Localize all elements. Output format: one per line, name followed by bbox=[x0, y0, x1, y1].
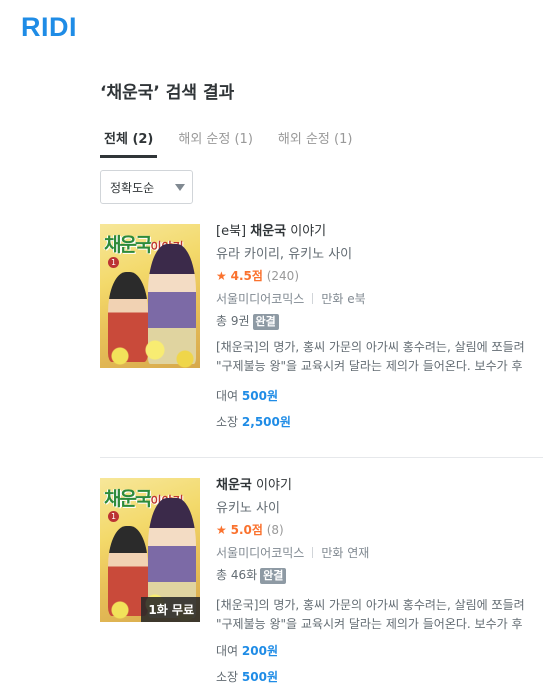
tab-all[interactable]: 전체 (2) bbox=[100, 126, 158, 158]
publisher[interactable]: 서울미디어코믹스 bbox=[216, 546, 304, 560]
cover-volume-number: 1 bbox=[108, 257, 119, 268]
book-cover[interactable]: 채운국이야기 1 bbox=[100, 224, 200, 368]
category: 만화 e북 bbox=[321, 292, 366, 306]
book-description-line-2: "구제불능 왕"을 교육시켜 달라는 제의가 들어온다. 보수가 후 bbox=[216, 359, 523, 373]
book-total-row: 총 9권 완결 bbox=[216, 314, 279, 330]
sort-select[interactable]: 정확도순 bbox=[100, 170, 193, 204]
rating-score: 4.5점 bbox=[230, 269, 263, 283]
book-description-line-1: [채운국]의 명가, 홍씨 가문의 아가씨 홍수려는, 살림에 쪼들려 bbox=[216, 598, 525, 612]
star-icon: ★ bbox=[216, 269, 227, 283]
rating-count: (240) bbox=[266, 269, 300, 283]
own-label: 소장 bbox=[216, 415, 239, 429]
rent-price: 200원 bbox=[241, 644, 279, 658]
book-description-line-1: [채운국]의 명가, 홍씨 가문의 아가씨 홍수려는, 살림에 쪼들려 bbox=[216, 340, 525, 354]
tab-overseas-sunjung-1[interactable]: 해외 순정 (1) bbox=[174, 126, 257, 158]
free-episode-badge: 1화 무료 bbox=[141, 597, 200, 622]
rent-label: 대여 bbox=[216, 389, 239, 403]
book-publisher-row: 서울미디어코믹스 만화 연재 bbox=[216, 546, 369, 561]
status-badge: 완결 bbox=[252, 314, 279, 330]
cover-volume-number: 1 bbox=[108, 511, 119, 522]
book-title[interactable]: [e북] 채운국 이야기 bbox=[216, 224, 326, 239]
separator bbox=[312, 547, 314, 558]
caret-down-icon bbox=[175, 184, 185, 191]
total-count: 총 9권 bbox=[216, 314, 250, 328]
own-price-row[interactable]: 소장 2,500원 bbox=[216, 415, 291, 430]
separator bbox=[312, 293, 314, 304]
rating-score: 5.0점 bbox=[230, 523, 263, 537]
star-icon: ★ bbox=[216, 523, 227, 537]
rent-price-row[interactable]: 대여 200원 bbox=[216, 644, 278, 659]
own-price-row[interactable]: 소장 500원 bbox=[216, 670, 278, 685]
rating-count: (8) bbox=[266, 523, 284, 537]
status-badge: 완결 bbox=[260, 568, 287, 584]
category: 만화 연재 bbox=[321, 546, 370, 560]
category-tabs: 전체 (2) 해외 순정 (1) 해외 순정 (1) bbox=[100, 126, 373, 158]
search-result-heading: ‘채운국’ 검색 결과 bbox=[100, 83, 235, 103]
sort-selected-label: 정확도순 bbox=[110, 180, 155, 195]
book-rating: ★ 4.5점 (240) bbox=[216, 269, 299, 284]
publisher[interactable]: 서울미디어코믹스 bbox=[216, 292, 304, 306]
rent-price-row[interactable]: 대여 500원 bbox=[216, 389, 278, 404]
own-label: 소장 bbox=[216, 670, 239, 684]
own-price: 2,500원 bbox=[241, 415, 291, 429]
rent-price: 500원 bbox=[241, 389, 279, 403]
book-rating: ★ 5.0점 (8) bbox=[216, 523, 284, 538]
book-authors[interactable]: 유키노 사이 bbox=[216, 501, 280, 516]
tab-overseas-sunjung-2[interactable]: 해외 순정 (1) bbox=[274, 126, 357, 158]
book-title[interactable]: 채운국 이야기 bbox=[216, 478, 292, 493]
cover-flowers bbox=[100, 338, 200, 368]
book-cover[interactable]: 채운국이야기 1 1화 무료 bbox=[100, 478, 200, 622]
total-count: 총 46화 bbox=[216, 568, 258, 582]
book-authors[interactable]: 유라 카이리, 유키노 사이 bbox=[216, 247, 352, 262]
own-price: 500원 bbox=[241, 670, 279, 684]
book-publisher-row: 서울미디어코믹스 만화 e북 bbox=[216, 292, 366, 307]
ridi-logo[interactable]: RIDI bbox=[21, 12, 77, 43]
rent-label: 대여 bbox=[216, 644, 239, 658]
book-description-line-2: "구제불능 왕"을 교육시켜 달라는 제의가 들어온다. 보수가 후 bbox=[216, 617, 523, 631]
item-divider bbox=[100, 457, 543, 458]
book-total-row: 총 46화 완결 bbox=[216, 568, 287, 584]
